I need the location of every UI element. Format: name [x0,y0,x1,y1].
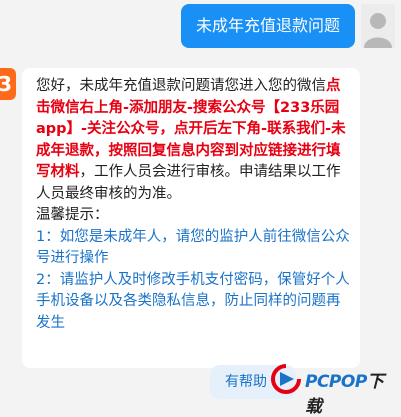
watermark-brand: PCPOP [305,372,367,392]
pcpop-logo-icon [271,364,301,394]
bot-avatar: 3 [0,68,16,100]
watermark-text: PCPOP下载 [305,367,397,417]
tips-title: 温馨提示： [36,207,109,223]
bot-message-main: 您好，未成年充值退款问题请您进入您的微信点击微信右上角-添加朋友-搜索公众号【2… [36,76,350,205]
user-message-bubble[interactable]: 未成年充值退款问题 [181,4,355,48]
message-text-end: ，工作人员会进行审核。申请结果以工作人员最终审核的为准。 [36,164,341,202]
tip-2: 2：请监护人及时修改手机支付密码，保管好个人手机设备以及各类隐私信息，防止同样的… [36,271,350,331]
user-avatar-icon [361,4,395,48]
bot-message-bubble: 您好，未成年充值退款问题请您进入您的微信点击微信右上角-添加朋友-搜索公众号【2… [22,68,360,368]
message-text: 您好，未成年充值退款问题请您进入您的微信 [36,78,326,94]
watermark: PCPOP下载 [269,364,397,417]
user-message-row: 未成年充值退款问题 [0,4,401,52]
tip-1: 1：如您是未成年人，请您的监护人前往微信公众号进行操作 [36,228,350,267]
user-avatar[interactable] [361,4,395,48]
